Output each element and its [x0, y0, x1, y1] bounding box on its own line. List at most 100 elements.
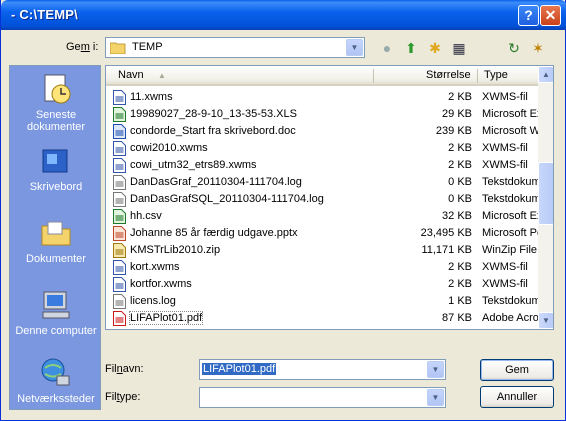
file-name: kort.xwms: [130, 261, 180, 273]
file-type: Tekstdokum: [482, 295, 541, 307]
column-name[interactable]: Navn: [118, 69, 144, 81]
list-item[interactable]: cowi2010.xwms 2 KB XWMS-fil: [110, 140, 538, 157]
filename-field[interactable]: LIFAPlot01.pdf ▼: [199, 359, 446, 380]
places-bar: Seneste dokumenter Skrivebord Dokumenter…: [9, 65, 101, 410]
back-icon[interactable]: ●: [377, 38, 397, 58]
file-size: 2 KB: [448, 159, 472, 171]
properties-icon[interactable]: ✶: [528, 38, 548, 58]
text-file-icon: [113, 175, 126, 190]
file-type: XWMS-fil: [482, 261, 528, 273]
file-size: 23,495 KB: [420, 227, 472, 239]
scroll-up-icon[interactable]: ▲: [538, 66, 553, 83]
place-desktop[interactable]: Skrivebord: [10, 144, 102, 193]
file-type: Microsoft Ex: [482, 210, 542, 222]
cancel-button[interactable]: Annuller: [480, 386, 554, 408]
word-file-icon: [113, 124, 126, 139]
refresh-icon[interactable]: ↻: [504, 38, 524, 58]
cancel-button-label: Annuller: [496, 391, 538, 403]
file-type: Tekstdokum: [482, 193, 541, 205]
list-item[interactable]: hh.csv 32 KB Microsoft Ex: [110, 208, 542, 225]
chevron-down-icon[interactable]: ▼: [427, 389, 444, 406]
file-type: XWMS-fil: [482, 278, 528, 290]
column-type[interactable]: Type: [484, 69, 508, 81]
place-label: Netværkssteder: [17, 393, 95, 405]
place-label: Seneste dokumenter: [26, 109, 86, 133]
list-item[interactable]: licens.log 1 KB Tekstdokum: [110, 293, 541, 310]
list-item[interactable]: DanDasGrafSQL_20110304-111704.log 0 KB Tek…: [110, 191, 541, 208]
file-type: Microsoft W: [482, 125, 541, 137]
xwms-file-icon: [113, 158, 126, 173]
help-button[interactable]: ?: [518, 5, 539, 26]
list-item[interactable]: kortfor.xwms 2 KB XWMS-fil: [110, 276, 538, 293]
file-size: 87 KB: [442, 312, 472, 324]
text-file-icon: [113, 192, 126, 207]
place-label: Denne computer: [15, 325, 97, 337]
place-documents[interactable]: Dokumenter: [10, 216, 102, 265]
place-computer[interactable]: Denne computer: [10, 288, 102, 337]
file-name: Johanne 85 år færdig udgave.pptx: [130, 227, 298, 239]
place-recent[interactable]: Seneste dokumenter: [10, 72, 102, 133]
file-type: Adobe Acro: [482, 312, 539, 324]
save-in-value: TEMP: [132, 41, 163, 53]
list-item[interactable]: 11.xwms 2 KB XWMS-fil: [110, 89, 538, 106]
chevron-down-icon[interactable]: ▼: [427, 361, 444, 378]
file-name: KMSTrLib2010.zip: [130, 244, 221, 256]
file-name: condorde_Start fra skrivebord.doc: [130, 125, 296, 137]
file-size: 0 KB: [448, 176, 472, 188]
file-name: 19989027_28-9-10_13-35-53.XLS: [130, 108, 297, 120]
file-list[interactable]: Navn ▲ Størrelse Type 11.xwms 2 KB XWMS-fi…: [105, 65, 554, 330]
up-folder-icon[interactable]: ⬆: [401, 38, 421, 58]
list-item[interactable]: KMSTrLib2010.zip 11,171 KB WinZip File: [110, 242, 538, 259]
file-type: WinZip File: [482, 244, 538, 256]
file-size: 2 KB: [448, 261, 472, 273]
file-type: XWMS-fil: [482, 91, 528, 103]
list-item[interactable]: 19989027_28-9-10_13-35-53.XLS 29 KB Micros…: [110, 106, 542, 123]
window-title: - C:\TEMP\: [11, 7, 78, 22]
recent-documents-icon: [44, 74, 71, 104]
file-size: 2 KB: [448, 91, 472, 103]
list-item[interactable]: cowi_utm32_etrs89.xwms 2 KB XWMS-fil: [110, 157, 538, 174]
list-item[interactable]: LIFAPlot01.pdf 87 KB Adobe Acro: [110, 310, 539, 327]
title-bar[interactable]: - C:\TEMP\ ? ✕: [1, 0, 566, 30]
scroll-down-icon[interactable]: ▼: [538, 312, 553, 329]
new-folder-icon[interactable]: ✱: [425, 38, 445, 58]
column-size[interactable]: Størrelse: [426, 69, 471, 81]
documents-folder-icon: [41, 221, 71, 246]
file-size: 239 KB: [435, 125, 472, 137]
excel-file-icon: [113, 107, 126, 122]
file-name: hh.csv: [130, 210, 162, 222]
save-dialog: - C:\TEMP\ ? ✕ Gem i: TEMP ▼ ● ⬆ ✱ ▦ ↻ ✶…: [0, 0, 566, 421]
sort-ascending-icon: ▲: [158, 71, 166, 80]
save-button-label: Gem: [505, 364, 529, 376]
file-size: 1 KB: [448, 295, 472, 307]
scroll-thumb[interactable]: [538, 162, 553, 225]
file-type: Tekstdokum: [482, 176, 541, 188]
list-item[interactable]: DanDasGraf_20110304-111704.log 0 KB Tekstd…: [110, 174, 541, 191]
file-name: DanDasGrafSQL_20110304-111704.log: [130, 193, 324, 205]
file-name: licens.log: [130, 295, 176, 307]
file-size: 29 KB: [442, 108, 472, 120]
file-size: 11,171 KB: [421, 244, 472, 256]
filetype-field[interactable]: ▼: [199, 387, 446, 408]
save-in-combo[interactable]: TEMP ▼: [105, 37, 365, 58]
computer-icon: [42, 291, 70, 319]
list-item[interactable]: Johanne 85 år færdig udgave.pptx 23,495 K…: [110, 225, 542, 242]
xwms-file-icon: [113, 260, 126, 275]
filetype-label: Filtype:: [105, 391, 141, 403]
csv-file-icon: [113, 209, 126, 224]
network-places-icon: [41, 358, 70, 386]
text-file-icon: [113, 294, 126, 309]
pdf-file-icon: [113, 311, 126, 326]
place-network[interactable]: Netværkssteder: [10, 356, 102, 405]
list-item[interactable]: condorde_Start fra skrivebord.doc 239 KB M…: [110, 123, 540, 140]
list-item[interactable]: kort.xwms 2 KB XWMS-fil: [110, 259, 538, 276]
xwms-file-icon: [113, 141, 126, 156]
vertical-scrollbar[interactable]: ▲ ▼: [538, 66, 553, 329]
view-menu-icon[interactable]: ▦: [449, 38, 469, 58]
save-button[interactable]: Gem: [480, 359, 554, 381]
place-label: Skrivebord: [29, 181, 83, 193]
close-button[interactable]: ✕: [540, 5, 561, 26]
xwms-file-icon: [113, 277, 126, 292]
chevron-down-icon[interactable]: ▼: [346, 39, 363, 56]
save-in-label: Gem i:: [66, 41, 99, 53]
